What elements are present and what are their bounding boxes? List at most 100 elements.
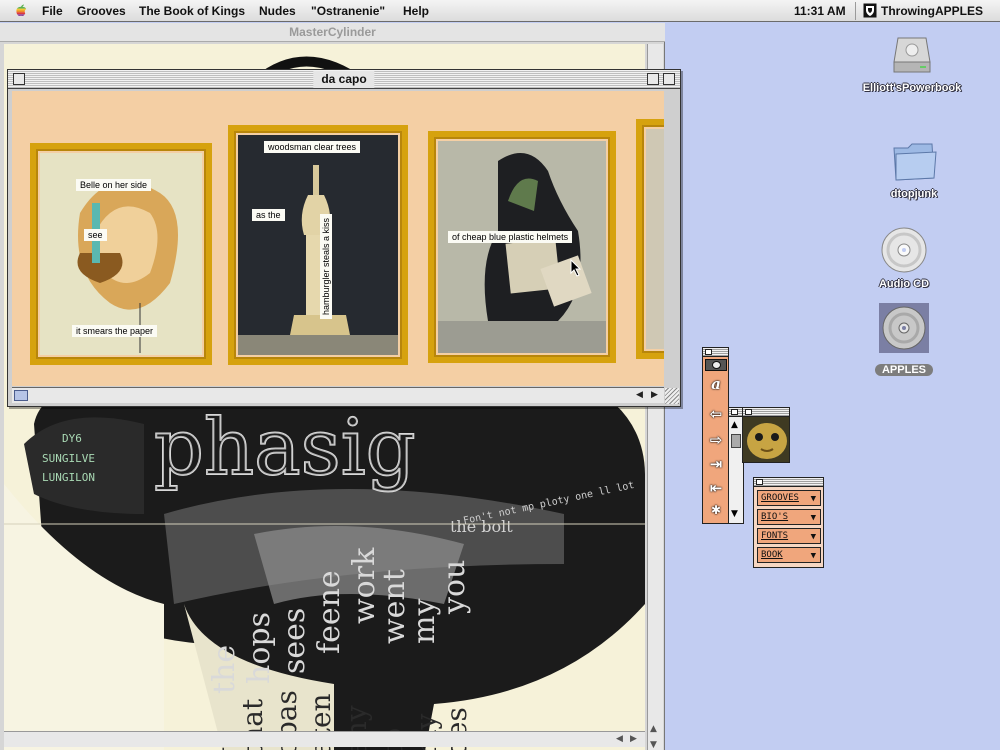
desktop-icon-dtopjunk[interactable]: dtopjunk bbox=[850, 138, 978, 200]
cd-icon bbox=[879, 303, 929, 353]
scroll-right-arrow-icon[interactable]: ▶ bbox=[630, 734, 637, 744]
mastercylinder-title[interactable]: MasterCylinder bbox=[0, 23, 665, 42]
art-side-line-1: DY6 bbox=[62, 432, 82, 445]
dropdown-arrow-icon: ▼ bbox=[810, 494, 816, 504]
face-image-icon bbox=[743, 417, 789, 462]
menu-palette[interactable]: GROOVES ▼ BIO'S ▼ FONTS ▼ BOOK ▼ bbox=[753, 477, 824, 568]
bios-dropdown[interactable]: BIO'S ▼ bbox=[757, 509, 821, 525]
scroll-up-arrow-icon[interactable]: ▲ bbox=[650, 724, 657, 734]
scroll-left-arrow-icon[interactable]: ◀ bbox=[636, 390, 643, 400]
photo-1: Belle on her side see it smears the pape… bbox=[40, 153, 202, 355]
grooves-dropdown[interactable]: GROOVES ▼ bbox=[757, 490, 821, 506]
folder-icon bbox=[893, 143, 937, 181]
photo-frame-1[interactable]: Belle on her side see it smears the pape… bbox=[30, 143, 212, 365]
svg-text:hops: hops bbox=[242, 612, 277, 684]
dropdown-arrow-icon: ▼ bbox=[810, 513, 816, 523]
menu-ostranenie[interactable]: "Ostranenie" bbox=[311, 4, 385, 18]
desktop-icon-label: Audio CD bbox=[878, 278, 930, 290]
svg-text:the: the bbox=[207, 645, 242, 694]
desktop-icon-label: Elliott'sPowerbook bbox=[862, 82, 962, 94]
desktop-icon-label: APPLES bbox=[874, 364, 933, 376]
caption-belle: Belle on her side bbox=[76, 179, 152, 191]
thumbnail-close-box-icon[interactable] bbox=[745, 409, 752, 415]
arrow-left-bar-icon[interactable]: ⇤ bbox=[706, 478, 726, 498]
desktop-icon-label: dtopjunk bbox=[890, 188, 938, 200]
home-icon[interactable]: ✱ bbox=[706, 500, 726, 520]
arrow-cursor-icon bbox=[570, 259, 582, 277]
book-dropdown[interactable]: BOOK ▼ bbox=[757, 547, 821, 563]
collapse-box-icon[interactable] bbox=[663, 73, 675, 85]
mastercylinder-hscroll[interactable]: ◀ ▶ bbox=[4, 731, 645, 747]
menu-help[interactable]: Help bbox=[403, 4, 429, 18]
cd-icon bbox=[881, 227, 927, 273]
dropdown-arrow-icon: ▼ bbox=[810, 532, 816, 542]
menu-nudes[interactable]: Nudes bbox=[259, 4, 296, 18]
arrow-right-icon[interactable]: ⇨ bbox=[706, 430, 726, 450]
caption-see: see bbox=[84, 229, 107, 241]
svg-text:you: you bbox=[437, 560, 472, 615]
menu-file[interactable]: File bbox=[42, 4, 63, 18]
scroll-right-arrow-icon[interactable]: ▶ bbox=[651, 390, 658, 400]
fonts-dropdown-label: FONTS bbox=[761, 531, 789, 541]
thumbnail-titlebar[interactable] bbox=[743, 408, 789, 417]
eye-icon[interactable] bbox=[705, 359, 727, 371]
zoom-box-icon[interactable] bbox=[647, 73, 659, 85]
caption-hamburgler: hamburgler steals a kiss bbox=[320, 213, 332, 319]
book-dropdown-label: BOOK bbox=[761, 550, 783, 560]
menu-clock[interactable]: 11:31 AM bbox=[794, 4, 846, 18]
caption-helmets: of cheap blue plastic helmets bbox=[448, 231, 573, 243]
svg-text:phasig: phasig bbox=[154, 403, 416, 493]
desktop-icon-powerbook[interactable]: Elliott'sPowerbook bbox=[848, 32, 976, 94]
menu-book-of-kings[interactable]: The Book of Kings bbox=[139, 4, 245, 18]
photo-frame-3[interactable]: of cheap blue plastic helmets bbox=[428, 131, 616, 363]
svg-text:the bolt: the bolt bbox=[450, 517, 513, 536]
apple-menu-icon[interactable] bbox=[13, 3, 29, 18]
palette-close-box-icon[interactable] bbox=[705, 349, 712, 355]
resize-grip-icon[interactable] bbox=[665, 388, 679, 404]
viewer-scroll-close-box-icon[interactable] bbox=[731, 409, 738, 415]
photo-frame-2[interactable]: woodsman clear trees as the hamburgler s… bbox=[228, 125, 408, 365]
menu-palette-close-box-icon[interactable] bbox=[756, 479, 763, 485]
scroll-up-arrow-icon[interactable]: ▲ bbox=[731, 420, 738, 430]
application-menu[interactable]: ThrowingAPPLES bbox=[881, 4, 983, 18]
photo-2-art bbox=[238, 135, 398, 355]
da-capo-title: da capo bbox=[313, 71, 375, 88]
photo-4 bbox=[646, 129, 664, 349]
da-capo-window[interactable]: da capo Belle on her side see it smears … bbox=[7, 69, 681, 407]
menu-palette-titlebar[interactable] bbox=[754, 478, 823, 487]
close-box-icon[interactable] bbox=[13, 73, 25, 85]
bios-dropdown-label: BIO'S bbox=[761, 512, 789, 522]
scroll-down-arrow-icon[interactable]: ▼ bbox=[731, 509, 738, 519]
scroll-left-arrow-icon[interactable]: ◀ bbox=[616, 734, 623, 744]
a-letter-icon[interactable]: a bbox=[706, 374, 726, 394]
navigation-palette[interactable]: a ⇦ ⇨ ⇥ ⇤ ✱ bbox=[702, 347, 729, 524]
arrow-right-bar-icon[interactable]: ⇥ bbox=[706, 454, 726, 474]
palette-titlebar[interactable] bbox=[703, 348, 728, 357]
photo-3: of cheap blue plastic helmets bbox=[438, 141, 606, 353]
caption-as-the: as the bbox=[252, 209, 285, 221]
face-thumbnail[interactable] bbox=[742, 407, 790, 463]
menu-bar: File Grooves The Book of Kings Nudes "Os… bbox=[0, 0, 1000, 22]
menu-grooves[interactable]: Grooves bbox=[77, 4, 126, 18]
menu-separator bbox=[855, 2, 856, 20]
hard-drive-icon bbox=[893, 37, 931, 73]
da-capo-hscroll[interactable]: ◀ ▶ bbox=[12, 387, 664, 403]
caption-smears: it smears the paper bbox=[72, 325, 158, 337]
caption-woodsman: woodsman clear trees bbox=[264, 141, 361, 153]
fonts-dropdown[interactable]: FONTS ▼ bbox=[757, 528, 821, 544]
svg-text:feene: feene bbox=[312, 570, 347, 654]
desktop-icon-apples[interactable]: APPLES bbox=[840, 302, 968, 377]
grooves-dropdown-label: GROOVES bbox=[761, 493, 799, 503]
photo-frame-4-partial[interactable] bbox=[636, 119, 664, 359]
scroll-thumb[interactable] bbox=[731, 434, 741, 448]
photo-2: woodsman clear trees as the hamburgler s… bbox=[238, 135, 398, 355]
application-menu-icon[interactable] bbox=[863, 3, 877, 18]
scroll-thumb[interactable] bbox=[14, 390, 28, 401]
viewer-scroll-titlebar[interactable] bbox=[729, 408, 743, 417]
photo-3-art bbox=[438, 141, 606, 353]
art-side-line-3: LUNGILON bbox=[42, 471, 95, 484]
da-capo-titlebar[interactable]: da capo bbox=[8, 70, 680, 89]
desktop-icon-audio-cd[interactable]: Audio CD bbox=[840, 226, 968, 290]
arrow-left-icon[interactable]: ⇦ bbox=[706, 404, 726, 424]
scroll-down-arrow-icon[interactable]: ▼ bbox=[650, 740, 657, 750]
